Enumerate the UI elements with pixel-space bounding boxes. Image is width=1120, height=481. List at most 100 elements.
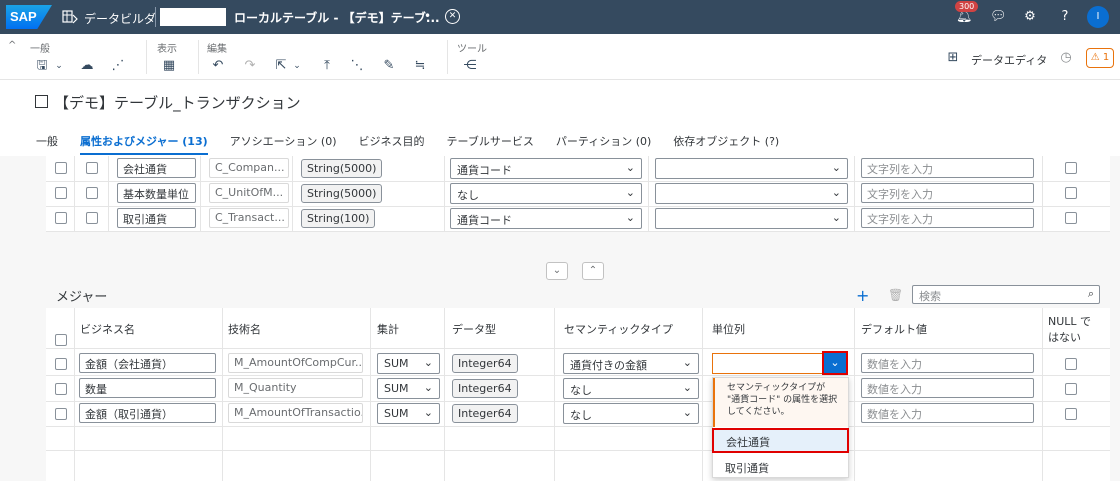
- search-input[interactable]: 検索 ⌕: [912, 285, 1100, 304]
- history-icon[interactable]: ◷: [1057, 50, 1075, 66]
- column-header-unit-column[interactable]: 単位列: [712, 321, 745, 337]
- edit-icon[interactable]: ✎: [380, 58, 398, 74]
- column-header-data-type[interactable]: データ型: [452, 321, 496, 337]
- dropdown-option-transaction-currency[interactable]: 取引通貨: [713, 456, 848, 478]
- close-editor-icon[interactable]: ✕: [445, 9, 460, 24]
- search-icon[interactable]: ⌕: [1088, 287, 1094, 301]
- technical-name-input[interactable]: C_Transact...: [209, 208, 289, 228]
- column-header-not-null[interactable]: NULL ではない: [1048, 313, 1091, 345]
- not-null-checkbox[interactable]: [1065, 187, 1077, 199]
- business-name-input[interactable]: 会社通貨: [117, 158, 196, 178]
- key-checkbox[interactable]: [86, 187, 98, 199]
- undo-icon[interactable]: ↶: [209, 58, 227, 74]
- aggregation-select[interactable]: SUM ⌄: [377, 403, 440, 424]
- tab-business-purpose[interactable]: ビジネス目的: [359, 133, 425, 155]
- key-checkbox[interactable]: [86, 162, 98, 174]
- data-editor-icon[interactable]: ⊞: [944, 50, 962, 66]
- not-null-checkbox[interactable]: [1065, 212, 1077, 224]
- save-dropdown-icon[interactable]: ⌄: [50, 58, 68, 74]
- label-column-select[interactable]: ⌄: [655, 208, 848, 229]
- sap-logo[interactable]: SAP: [6, 5, 52, 29]
- deploy-icon[interactable]: ☁︎: [78, 58, 96, 74]
- technical-name-input[interactable]: M_Quantity: [228, 378, 363, 398]
- unit-column-dropdown-button[interactable]: ⌄: [822, 351, 848, 375]
- warning-badge[interactable]: ⚠︎ 1: [1086, 48, 1114, 68]
- semantic-type-select[interactable]: 通貨コード ⌄: [450, 158, 642, 179]
- export-dropdown-icon[interactable]: ⌄: [288, 58, 306, 74]
- not-null-checkbox[interactable]: [1065, 162, 1077, 174]
- column-header-default-value[interactable]: デフォルト値: [861, 321, 927, 337]
- help-icon[interactable]: ?: [1057, 9, 1073, 25]
- sort-icon[interactable]: ≒: [411, 58, 429, 74]
- share-icon[interactable]: ⋰: [109, 58, 127, 74]
- business-name-input[interactable]: 金額（会社通貨）: [79, 353, 216, 373]
- not-null-checkbox[interactable]: [1065, 358, 1077, 370]
- tab-dependent-objects[interactable]: 依存オブジェクト (?): [673, 133, 779, 155]
- column-header-semantic-type[interactable]: セマンティックタイプ: [564, 321, 673, 337]
- semantic-type-select[interactable]: 通貨付きの金額 ⌄: [563, 353, 699, 374]
- row-select-checkbox[interactable]: [55, 358, 67, 370]
- not-null-checkbox[interactable]: [1065, 408, 1077, 420]
- row-select-checkbox[interactable]: [55, 408, 67, 420]
- column-header-technical-name[interactable]: 技術名: [228, 321, 261, 337]
- settings-icon[interactable]: ⚙︎: [1022, 9, 1038, 25]
- row-select-checkbox[interactable]: [55, 212, 67, 224]
- business-name-input[interactable]: 取引通貨: [117, 208, 196, 228]
- column-header-business-name[interactable]: ビジネス名: [80, 321, 135, 337]
- tab-associations[interactable]: アソシエーション (0): [230, 133, 337, 155]
- default-value-input[interactable]: 数値を入力: [861, 353, 1034, 373]
- dropdown-option-company-currency[interactable]: 会社通貨: [712, 428, 849, 453]
- default-value-input[interactable]: 文字列を入力: [861, 183, 1034, 203]
- data-type-pill[interactable]: String(5000): [301, 184, 383, 203]
- data-type-pill[interactable]: Integer64: [452, 379, 518, 398]
- unit-column-select[interactable]: [712, 353, 824, 374]
- tab-attributes-measures[interactable]: 属性およびメジャー (13): [80, 133, 208, 155]
- aggregation-select[interactable]: SUM ⌄: [377, 378, 440, 399]
- label-column-select[interactable]: ⌄: [655, 158, 848, 179]
- business-name-input[interactable]: 数量: [79, 378, 216, 398]
- aggregation-select[interactable]: SUM ⌄: [377, 353, 440, 374]
- row-select-checkbox[interactable]: [55, 383, 67, 395]
- semantic-type-select[interactable]: なし ⌄: [563, 378, 699, 399]
- default-value-input[interactable]: 数値を入力: [861, 378, 1034, 398]
- data-type-pill[interactable]: String(100): [301, 209, 376, 228]
- technical-name-input[interactable]: C_UnitOfM...: [209, 183, 289, 203]
- data-type-pill[interactable]: Integer64: [452, 354, 518, 373]
- avatar[interactable]: I: [1087, 6, 1109, 28]
- impact-lineage-icon[interactable]: ⋱: [348, 58, 366, 74]
- tab-partitions[interactable]: パーティション (0): [556, 133, 651, 155]
- upload-icon[interactable]: ⤒: [318, 58, 336, 74]
- redo-icon[interactable]: ↷: [241, 58, 259, 74]
- default-value-input[interactable]: 数値を入力: [861, 403, 1034, 423]
- technical-name-input[interactable]: M_AmountOfCompCur...: [228, 353, 363, 373]
- row-select-checkbox[interactable]: [55, 187, 67, 199]
- technical-name-input[interactable]: C_Compan...: [209, 158, 289, 178]
- select-all-checkbox[interactable]: [55, 334, 67, 346]
- semantic-type-select[interactable]: なし ⌄: [563, 403, 699, 424]
- technical-name-input[interactable]: M_AmountOfTransactio...: [228, 403, 363, 423]
- move-up-button[interactable]: ⌃: [582, 262, 604, 280]
- row-select-checkbox[interactable]: [55, 162, 67, 174]
- semantic-type-select[interactable]: 通貨コード ⌄: [450, 208, 642, 229]
- default-value-input[interactable]: 文字列を入力: [861, 158, 1034, 178]
- data-type-pill[interactable]: String(5000): [301, 159, 383, 178]
- tab-general[interactable]: 一般: [36, 133, 58, 155]
- label-column-select[interactable]: ⌄: [655, 183, 848, 204]
- not-null-checkbox[interactable]: [1065, 383, 1077, 395]
- table-view-icon[interactable]: ▦: [160, 58, 178, 74]
- data-editor-button[interactable]: データエディタ: [971, 52, 1047, 68]
- default-value-input[interactable]: 文字列を入力: [861, 208, 1034, 228]
- business-name-input[interactable]: 基本数量単位: [117, 183, 196, 203]
- app-name[interactable]: データビルダ: [84, 10, 156, 27]
- feedback-icon[interactable]: 💬︎: [990, 9, 1007, 25]
- delete-icon[interactable]: 🗑︎: [888, 288, 903, 302]
- data-type-pill[interactable]: Integer64: [452, 404, 518, 423]
- column-header-aggregation[interactable]: 集計: [377, 321, 399, 337]
- add-measure-icon[interactable]: +: [856, 286, 869, 305]
- save-icon[interactable]: 🖫︎: [33, 58, 51, 74]
- tab-table-services[interactable]: テーブルサービス: [447, 133, 534, 155]
- move-down-button[interactable]: ⌄: [546, 262, 568, 280]
- graph-icon[interactable]: ⋲: [461, 58, 479, 74]
- business-name-input[interactable]: 金額（取引通貨）: [79, 403, 216, 423]
- collapse-icon[interactable]: ^: [8, 40, 16, 51]
